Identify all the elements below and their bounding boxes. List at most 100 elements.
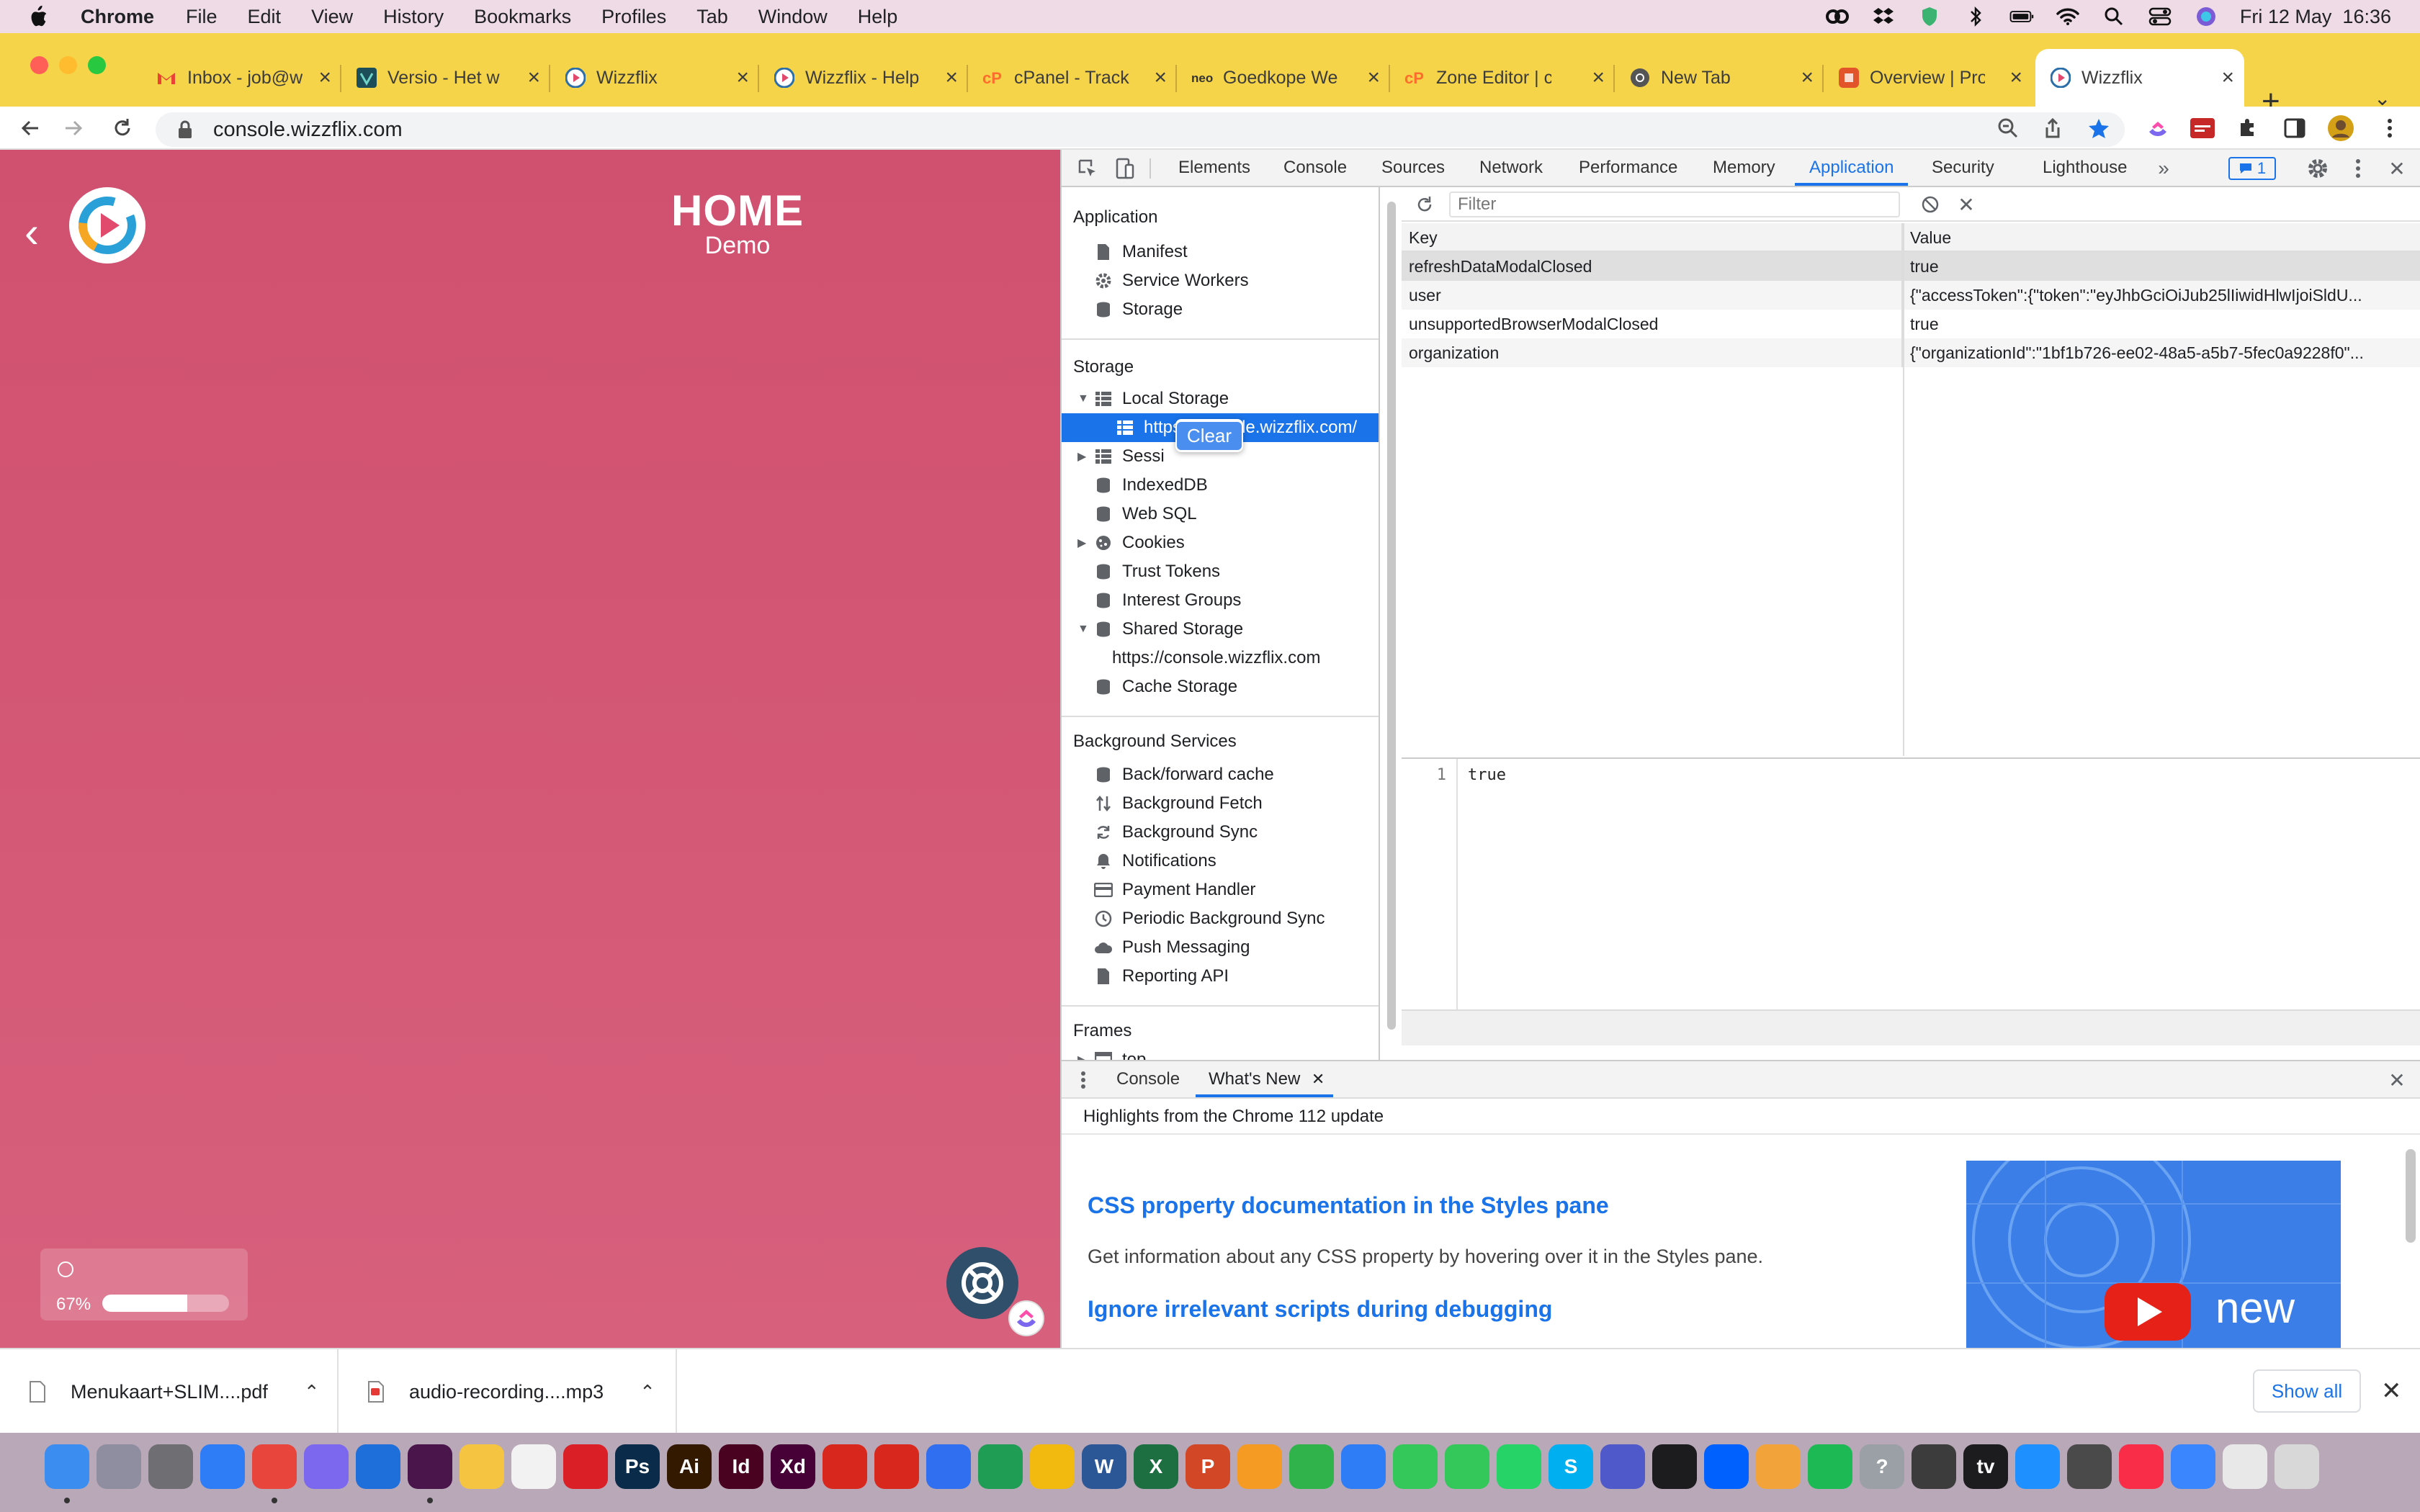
tab-wizzflix[interactable]: Wizzflix × — [550, 49, 759, 107]
collapsed-triangle-icon[interactable]: ▶ — [1077, 1053, 1088, 1060]
collapsed-triangle-icon[interactable]: ▶ — [1077, 536, 1088, 550]
download-options-chevron-icon[interactable]: ⌃ — [304, 1381, 320, 1403]
chrome-icon[interactable] — [252, 1444, 297, 1489]
sidebar-item-push-messaging[interactable]: Push Messaging — [1062, 933, 1379, 962]
apple-menu-icon[interactable] — [27, 4, 49, 29]
sidebar-item-manifest[interactable]: Manifest — [1062, 238, 1379, 266]
side-panel-icon[interactable] — [2280, 114, 2309, 143]
bookmark-star-icon[interactable] — [2084, 114, 2113, 143]
sidebar-item-service-workers[interactable]: Service Workers — [1062, 266, 1379, 295]
sidebar-item-indexeddb[interactable]: IndexedDB — [1062, 471, 1379, 500]
sidebar-item-frame-top[interactable]: ▶ top — [1062, 1045, 1379, 1060]
sidebar-item-interest-groups[interactable]: Interest Groups — [1062, 586, 1379, 615]
spotlight-icon[interactable] — [2102, 6, 2126, 27]
sidebar-item-payment-handler[interactable]: Payment Handler — [1062, 876, 1379, 904]
tab-close-icon[interactable]: × — [1367, 66, 1380, 90]
back-arrow-icon[interactable] — [16, 114, 45, 143]
filter-input[interactable]: Filter — [1449, 192, 1900, 217]
whats-new-video-thumbnail[interactable]: new — [1966, 1161, 2341, 1349]
bluetooth-icon[interactable] — [1963, 6, 1988, 27]
siri-icon[interactable] — [2194, 6, 2218, 27]
whatsapp-icon[interactable] — [1497, 1444, 1541, 1489]
dropbox-icon[interactable] — [1871, 6, 1896, 27]
tab-lighthouse[interactable]: Lighthouse — [2043, 150, 2127, 186]
drawer-kebab-icon[interactable] — [1072, 1068, 1095, 1092]
menu-help[interactable]: Help — [858, 6, 898, 28]
tab-new-tab[interactable]: New Tab × — [1615, 49, 1824, 107]
apple-tv-icon[interactable]: tv — [1963, 1444, 2008, 1489]
clickup-extension-icon[interactable] — [2143, 114, 2172, 143]
teams-icon[interactable] — [1600, 1444, 1645, 1489]
clickup-icon[interactable] — [304, 1444, 349, 1489]
photoshop-icon[interactable]: Ps — [615, 1444, 660, 1489]
help-icon[interactable]: ? — [1860, 1444, 1904, 1489]
control-center-icon[interactable] — [2148, 6, 2172, 27]
drawer-tab-whats-new[interactable]: What's New ✕ — [1196, 1061, 1334, 1097]
sidebar-item-back-forward-cache[interactable]: Back/forward cache — [1062, 760, 1379, 789]
tab-memory[interactable]: Memory — [1713, 150, 1775, 186]
wifi-icon[interactable] — [2056, 6, 2080, 27]
tab-goedkope-web[interactable]: neo Goedkope Web × — [1177, 49, 1390, 107]
tab-wizzflix-help[interactable]: Wizzflix - Help × — [759, 49, 968, 107]
tab-versio[interactable]: Versio - Het w × — [341, 49, 550, 107]
table-row[interactable]: organization {"organizationId":"1bf1b726… — [1402, 338, 2420, 367]
help-lifebuoy-button[interactable] — [946, 1247, 1018, 1319]
extensions-puzzle-icon[interactable] — [2233, 114, 2262, 143]
menu-view[interactable]: View — [311, 6, 353, 28]
illustrator-icon[interactable]: Ai — [667, 1444, 712, 1489]
menu-edit[interactable]: Edit — [248, 6, 282, 28]
sidebar-item-reporting-api[interactable]: Reporting API — [1062, 962, 1379, 991]
sidebar-item-background-fetch[interactable]: Background Fetch — [1062, 789, 1379, 818]
mail-icon[interactable] — [2171, 1444, 2215, 1489]
sidebar-item-trust-tokens[interactable]: Trust Tokens — [1062, 557, 1379, 586]
tab-close-icon[interactable]: × — [1592, 66, 1605, 90]
sidebar-scrollbar[interactable] — [1387, 202, 1396, 1030]
column-divider[interactable] — [1903, 223, 1904, 756]
acrobat-icon[interactable] — [823, 1444, 867, 1489]
profile-avatar[interactable] — [2326, 114, 2355, 143]
battery-icon[interactable] — [2009, 6, 2034, 27]
creative-cloud-icon[interactable] — [563, 1444, 608, 1489]
expanded-triangle-icon[interactable]: ▼ — [1077, 392, 1089, 405]
whats-new-item-title[interactable]: Ignore irrelevant scripts during debuggi… — [1088, 1296, 1552, 1323]
download-options-chevron-icon[interactable]: ⌃ — [640, 1381, 655, 1403]
drawer-tab-close-icon[interactable]: ✕ — [1312, 1061, 1325, 1097]
refresh-icon[interactable] — [1413, 193, 1436, 216]
tab-close-icon[interactable]: × — [2009, 66, 2022, 90]
settings-gear-icon[interactable] — [2306, 157, 2329, 180]
voice-memos-icon[interactable] — [1652, 1444, 1697, 1489]
collapsed-triangle-icon[interactable]: ▶ — [1077, 449, 1088, 464]
devtools-kebab-icon[interactable] — [2347, 157, 2370, 180]
value-preview-code[interactable]: true — [1468, 766, 1506, 784]
keynote-icon[interactable] — [1341, 1444, 1386, 1489]
issues-badge[interactable]: 1 — [2228, 157, 2276, 180]
trello-icon[interactable] — [356, 1444, 400, 1489]
music-icon[interactable] — [2119, 1444, 2164, 1489]
tab-close-icon[interactable]: × — [1154, 66, 1167, 90]
menu-bar-clock[interactable]: Fri 12 May 16:36 — [2240, 6, 2391, 28]
tab-cpanel-track[interactable]: cP cPanel - Track × — [968, 49, 1177, 107]
trash-icon[interactable] — [2275, 1444, 2319, 1489]
menu-history[interactable]: History — [383, 6, 444, 28]
column-header-key[interactable]: Key — [1402, 223, 1903, 251]
sidebar-item-cache-storage[interactable]: Cache Storage — [1062, 672, 1379, 701]
whats-new-item-title[interactable]: CSS property documentation in the Styles… — [1088, 1192, 1609, 1219]
spotify-icon[interactable] — [1808, 1444, 1852, 1489]
tab-network[interactable]: Network — [1479, 150, 1543, 186]
column-header-value[interactable]: Value — [1903, 223, 2420, 251]
clear-menu-item[interactable]: Clear — [1176, 421, 1242, 450]
tab-performance[interactable]: Performance — [1579, 150, 1677, 186]
show-all-downloads-button[interactable]: Show all — [2253, 1369, 2361, 1413]
download-item-pdf[interactable]: Menukaart+SLIM....pdf ⌃ — [0, 1349, 339, 1434]
reminders-icon[interactable] — [511, 1444, 556, 1489]
skype-icon[interactable]: S — [1549, 1444, 1593, 1489]
app-menu-chrome[interactable]: Chrome — [81, 6, 154, 28]
notes-icon[interactable] — [460, 1444, 504, 1489]
tab-close-icon[interactable]: × — [2221, 66, 2234, 90]
app-icon[interactable] — [1912, 1444, 1956, 1489]
tab-wizzflix-active[interactable]: Wizzflix × — [2035, 49, 2244, 107]
messages-icon[interactable] — [1393, 1444, 1438, 1489]
lock-icon[interactable] — [177, 120, 193, 139]
address-url[interactable]: console.wizzflix.com — [213, 118, 403, 142]
sidebar-item-background-sync[interactable]: Background Sync — [1062, 818, 1379, 847]
